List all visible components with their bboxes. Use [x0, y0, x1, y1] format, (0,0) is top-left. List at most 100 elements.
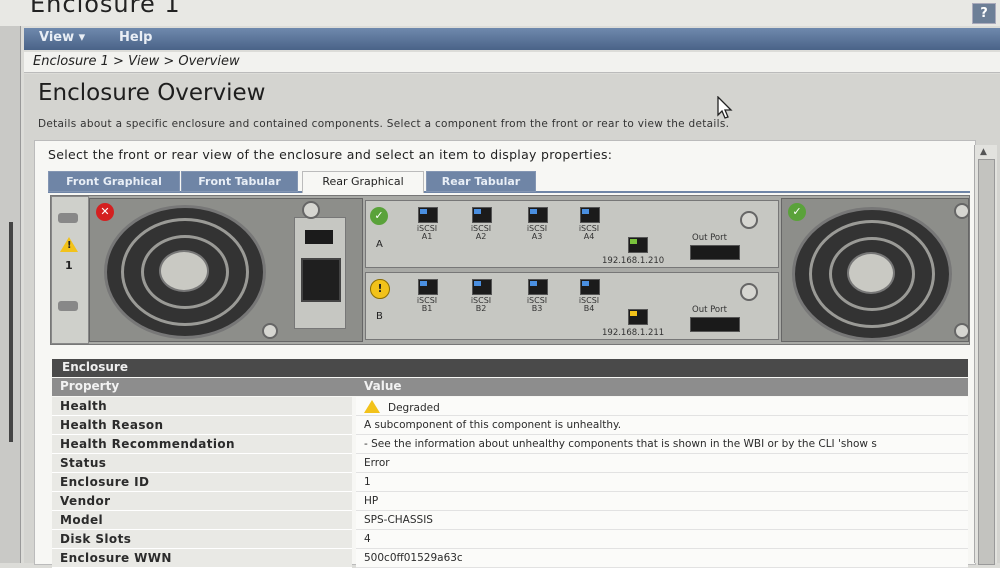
table-row: Health Degraded: [52, 397, 968, 416]
tab-rear-graphical[interactable]: Rear Graphical: [302, 171, 424, 193]
iscsi-port-a3[interactable]: [528, 207, 548, 223]
property-value: 500c0ff01529a63c: [356, 549, 968, 568]
scroll-thumb[interactable]: [978, 159, 995, 565]
iscsi-port-a2[interactable]: [472, 207, 492, 223]
menu-help[interactable]: Help: [119, 30, 152, 45]
column-header-value[interactable]: Value: [364, 379, 402, 393]
left-scrollbar[interactable]: [9, 222, 13, 442]
iscsi-port-a1[interactable]: [418, 207, 438, 223]
screw-icon: [740, 211, 758, 229]
ear-handle-icon: [58, 301, 78, 311]
out-port-label: Out Port: [692, 305, 727, 315]
vertical-scrollbar[interactable]: ▲: [974, 145, 997, 565]
left-nav-strip: [0, 26, 21, 563]
ear-handle-icon: [58, 213, 78, 223]
power-socket-icon: [301, 258, 341, 302]
out-port[interactable]: [690, 317, 740, 332]
port-label: iSCSI A3: [526, 224, 548, 241]
left-power-supply[interactable]: ✕: [89, 198, 363, 342]
table-row: Disk Slots 4: [52, 530, 968, 549]
property-value: SPS-CHASSIS: [356, 511, 968, 530]
iscsi-port-b1[interactable]: [418, 279, 438, 295]
menu-view[interactable]: View ▾: [39, 30, 85, 45]
fan-icon: [792, 207, 952, 341]
property-label: Enclosure ID: [52, 473, 352, 492]
port-label: iSCSI A1: [416, 224, 438, 241]
warning-icon: [364, 400, 380, 413]
property-value: 1: [356, 473, 968, 492]
page-title: Enclosure Overview: [38, 80, 266, 106]
mouse-cursor-icon: [717, 96, 733, 119]
tab-rear-tabular[interactable]: Rear Tabular: [426, 171, 536, 192]
management-port[interactable]: [628, 237, 648, 253]
breadcrumb[interactable]: Enclosure 1 > View > Overview: [33, 54, 240, 69]
tab-front-graphical[interactable]: Front Graphical: [48, 171, 180, 192]
breadcrumb-bar: Enclosure 1 > View > Overview: [24, 52, 1000, 73]
controller-ip: 192.168.1.211: [602, 328, 665, 338]
port-label: iSCSI B3: [526, 296, 548, 313]
controller-a[interactable]: ✓ A iSCSI A1 iSCSI A2 iSCSI A3 iSCSI A4 192.…: [365, 200, 779, 268]
controller-ip: 192.168.1.210: [602, 256, 665, 266]
iscsi-port-b3[interactable]: [528, 279, 548, 295]
table-row: Model SPS-CHASSIS: [52, 511, 968, 530]
screw-icon: [740, 283, 758, 301]
port-label: iSCSI A4: [578, 224, 600, 241]
table-row: Enclosure ID 1: [52, 473, 968, 492]
screw-icon: [954, 323, 970, 339]
property-label: Disk Slots: [52, 530, 352, 549]
table-row: Status Error: [52, 454, 968, 473]
property-label: Health Reason: [52, 416, 352, 435]
property-label: Health: [52, 397, 352, 416]
controller-letter: A: [376, 239, 383, 250]
enclosure-title: Enclosure 1: [30, 0, 181, 18]
ok-status-icon: ✓: [788, 203, 806, 221]
column-header-property[interactable]: Property: [60, 379, 119, 393]
port-label: iSCSI B4: [578, 296, 600, 313]
page-description: Details about a specific enclosure and c…: [38, 118, 730, 130]
warning-mark: !: [67, 240, 72, 251]
table-row: Health Reason A subcomponent of this com…: [52, 416, 968, 435]
controller-b[interactable]: ! B iSCSI B1 iSCSI B2 iSCSI B3 iSCSI B4 192.…: [365, 272, 779, 340]
property-label: Health Recommendation: [52, 435, 352, 454]
property-value: HP: [356, 492, 968, 511]
screw-icon: [262, 323, 278, 339]
power-switch-icon[interactable]: [305, 230, 333, 244]
fan-icon: [104, 205, 266, 339]
ok-status-icon: ✓: [370, 207, 388, 225]
enclosure-rear-graphic: ! 1 ✕ ✓ A iSCSI A1 iSCSI A2 iSCSI A3 iSCSI A…: [50, 195, 970, 345]
property-label: Model: [52, 511, 352, 530]
iscsi-port-b4[interactable]: [580, 279, 600, 295]
left-ear[interactable]: ! 1: [51, 196, 89, 344]
property-value: A subcomponent of this component is unhe…: [356, 416, 968, 435]
section-header: Enclosure: [52, 359, 968, 377]
iscsi-port-b2[interactable]: [472, 279, 492, 295]
property-value: - See the information about unhealthy co…: [356, 435, 968, 454]
screw-icon: [302, 201, 320, 219]
enclosure-number: 1: [65, 259, 73, 272]
property-value: 4: [356, 530, 968, 549]
port-label: iSCSI B2: [470, 296, 492, 313]
property-value: Error: [356, 454, 968, 473]
port-label: iSCSI A2: [470, 224, 492, 241]
iscsi-port-a4[interactable]: [580, 207, 600, 223]
menu-bar: View ▾ Help: [24, 28, 1000, 50]
property-label: Enclosure WWN: [52, 549, 352, 568]
port-label: iSCSI B1: [416, 296, 438, 313]
table-row: Health Recommendation - See the informat…: [52, 435, 968, 454]
management-port[interactable]: [628, 309, 648, 325]
help-icon[interactable]: ?: [972, 3, 996, 24]
table-header: Property Value: [52, 378, 968, 396]
warning-status-icon: !: [370, 279, 390, 299]
table-row: Enclosure WWN 500c0ff01529a63c: [52, 549, 968, 568]
scroll-up-icon[interactable]: ▲: [980, 147, 987, 157]
out-port-label: Out Port: [692, 233, 727, 243]
psu-panel: [294, 217, 346, 329]
controller-letter: B: [376, 311, 383, 322]
property-label: Vendor: [52, 492, 352, 511]
out-port[interactable]: [690, 245, 740, 260]
instruction-text: Select the front or rear view of the enc…: [48, 147, 613, 162]
tab-front-tabular[interactable]: Front Tabular: [181, 171, 298, 192]
right-power-supply[interactable]: ✓: [781, 198, 970, 342]
property-label: Status: [52, 454, 352, 473]
property-value: Degraded: [356, 397, 968, 416]
